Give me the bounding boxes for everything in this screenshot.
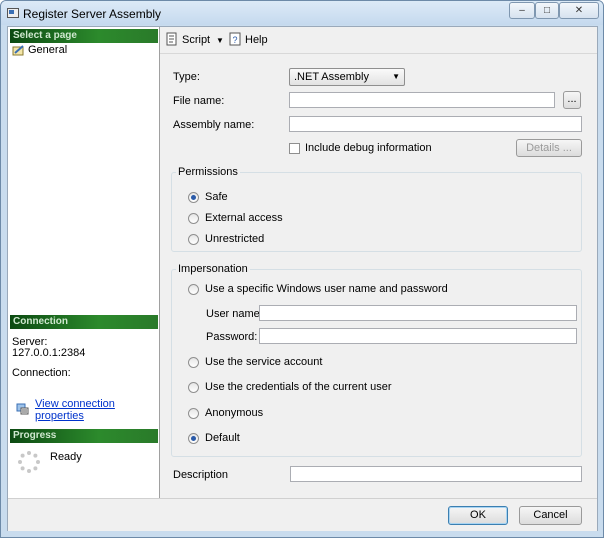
include-debug-check-icon [289, 142, 300, 154]
page-item-general[interactable]: General [12, 43, 67, 57]
impersonation-group: Impersonation Use a specific Windows use… [171, 263, 582, 457]
select-page-header: Select a page [10, 29, 158, 43]
left-pane: Select a page General Connection Server:… [8, 27, 160, 498]
title-bar[interactable]: Register Server Assembly – □ ✕ [1, 1, 603, 25]
permission-unrestricted-label: Unrestricted [205, 233, 265, 245]
impersonation-title: Impersonation [176, 263, 250, 275]
include-debug-label: Include debug information [305, 142, 432, 154]
server-value: 127.0.0.1:2384 [12, 347, 86, 359]
radio-icon [188, 283, 199, 295]
assembly-name-label: Assembly name: [173, 119, 255, 131]
permission-safe-label: Safe [205, 191, 228, 203]
user-name-label: User name: [206, 308, 263, 320]
radio-selected-icon [188, 191, 199, 203]
minimize-button[interactable]: – [509, 2, 535, 19]
impersonation-current-user-radio[interactable]: Use the credentials of the current user [188, 380, 391, 394]
radio-icon [188, 356, 199, 368]
toolbar: Script ▼ ? Help [160, 27, 597, 54]
permissions-title: Permissions [176, 166, 240, 178]
connection-label: Connection: [12, 367, 71, 379]
permission-unrestricted-radio[interactable]: Unrestricted [188, 232, 264, 246]
password-label: Password: [206, 331, 258, 343]
script-dropdown-icon[interactable]: ▼ [216, 36, 224, 45]
help-icon: ? [228, 32, 242, 49]
file-name-input[interactable] [289, 92, 555, 108]
connection-properties-icon [16, 403, 29, 418]
browse-button[interactable]: ... [563, 91, 581, 109]
dialog-client-area: Select a page General Connection Server:… [7, 26, 598, 531]
progress-status: Ready [50, 451, 82, 463]
radio-icon [188, 407, 199, 419]
dialog-button-bar: OK Cancel [8, 498, 597, 531]
file-name-label: File name: [173, 95, 225, 107]
description-label: Description [173, 469, 229, 481]
chevron-down-icon: ▼ [392, 72, 400, 81]
permission-external-label: External access [205, 212, 283, 224]
type-label: Type: [173, 71, 200, 83]
connection-header: Connection [10, 315, 158, 329]
permissions-group: Permissions Safe External access Unrestr… [171, 166, 582, 252]
register-server-assembly-window: Register Server Assembly – □ ✕ Select a … [0, 0, 604, 538]
maximize-icon: □ [543, 5, 551, 16]
script-icon [165, 32, 179, 49]
permission-external-radio[interactable]: External access [188, 211, 283, 225]
window-icon [7, 8, 19, 18]
radio-icon [188, 212, 199, 224]
page-item-general-label: General [28, 44, 68, 56]
type-select-value: .NET Assembly [294, 71, 369, 83]
right-pane: Script ▼ ? Help Type: .NET Assembly ▼ Fi… [160, 27, 597, 498]
include-debug-checkbox[interactable]: Include debug information [289, 142, 432, 154]
window-title: Register Server Assembly [23, 7, 162, 21]
progress-header: Progress [10, 429, 158, 443]
permission-safe-radio[interactable]: Safe [188, 190, 228, 204]
type-select[interactable]: .NET Assembly ▼ [289, 68, 405, 86]
close-button[interactable]: ✕ [559, 2, 599, 19]
maximize-button[interactable]: □ [535, 2, 559, 19]
user-name-input[interactable] [259, 305, 577, 321]
script-label: Script [182, 34, 211, 46]
assembly-name-input[interactable] [289, 116, 582, 132]
ok-button[interactable]: OK [448, 506, 508, 525]
impersonation-default-label: Default [205, 432, 240, 444]
impersonation-service-account-radio[interactable]: Use the service account [188, 355, 322, 369]
impersonation-specific-user-radio[interactable]: Use a specific Windows user name and pas… [188, 282, 448, 296]
impersonation-default-radio[interactable]: Default [188, 431, 240, 445]
radio-selected-icon [188, 432, 199, 444]
view-connection-properties[interactable]: View connection properties [16, 398, 159, 422]
minimize-icon: – [519, 5, 525, 16]
impersonation-specific-user-label: Use a specific Windows user name and pas… [205, 283, 448, 295]
progress-spinner-icon [17, 450, 41, 477]
impersonation-current-user-label: Use the credentials of the current user [205, 381, 392, 393]
radio-icon [188, 381, 199, 393]
password-input[interactable] [259, 328, 577, 344]
close-icon: ✕ [574, 5, 584, 16]
script-button[interactable]: Script [165, 32, 211, 49]
help-button[interactable]: ? Help [228, 32, 268, 49]
svg-text:?: ? [233, 35, 238, 45]
cancel-button[interactable]: Cancel [519, 506, 582, 525]
description-input[interactable] [290, 466, 582, 482]
impersonation-anonymous-label: Anonymous [205, 407, 264, 419]
impersonation-anonymous-radio[interactable]: Anonymous [188, 406, 263, 420]
help-label: Help [245, 34, 268, 46]
view-connection-properties-link[interactable]: View connection properties [35, 398, 159, 422]
radio-icon [188, 233, 199, 245]
general-page-icon [12, 44, 25, 56]
impersonation-service-account-label: Use the service account [205, 356, 323, 368]
details-button[interactable]: Details ... [516, 139, 582, 157]
